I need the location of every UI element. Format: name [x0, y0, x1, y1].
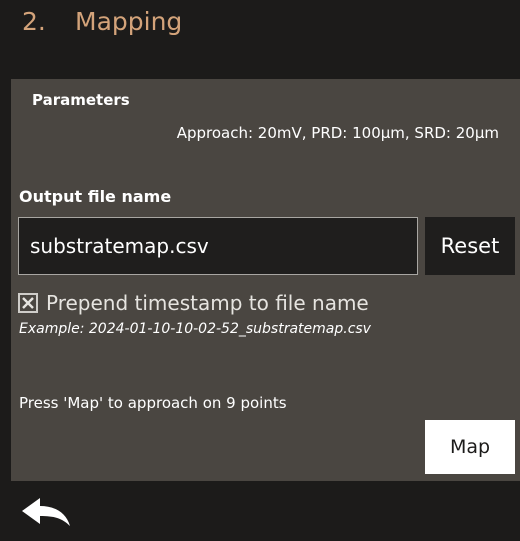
map-button[interactable]: Map [425, 420, 515, 474]
output-file-name-input[interactable] [18, 217, 418, 275]
filename-example: Example: 2024-01-10-10-02-52_substratema… [19, 321, 371, 337]
reset-button[interactable]: Reset [425, 217, 515, 275]
output-file-label: Output file name [19, 187, 172, 206]
section-title: Mapping [75, 7, 183, 36]
mapping-panel: Parameters Approach: 20mV, PRD: 100μm, S… [11, 79, 520, 481]
step-number: 2. [22, 7, 46, 36]
section-header: 2. Mapping [0, 0, 520, 50]
map-hint-text: Press 'Map' to approach on 9 points [19, 394, 287, 412]
back-arrow-icon [22, 498, 70, 526]
checkbox-checked-icon[interactable] [18, 293, 38, 313]
parameters-summary: Approach: 20mV, PRD: 100μm, SRD: 20μm [176, 124, 499, 142]
prepend-timestamp-checkbox[interactable]: Prepend timestamp to file name [18, 290, 369, 316]
prepend-timestamp-label: Prepend timestamp to file name [46, 291, 369, 315]
parameters-title: Parameters [32, 91, 130, 109]
back-button[interactable] [18, 494, 74, 534]
